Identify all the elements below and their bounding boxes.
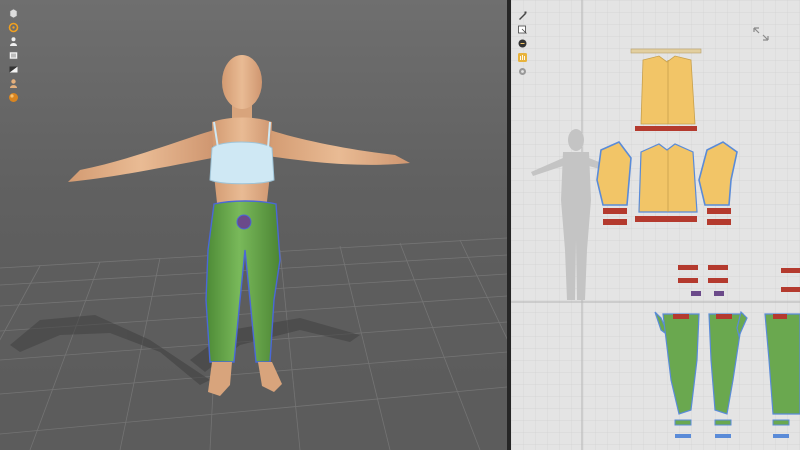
- pattern-settings-icon[interactable]: [517, 66, 528, 77]
- edit-sewing-icon[interactable]: [517, 38, 528, 49]
- shading-ball-icon[interactable]: [8, 92, 19, 103]
- bra-top-garment[interactable]: [209, 141, 275, 185]
- transform-pattern-icon[interactable]: [517, 24, 528, 35]
- 2d-pattern-viewport[interactable]: [511, 0, 800, 450]
- fabric-render-icon[interactable]: [8, 64, 19, 75]
- avatar-select-icon[interactable]: [8, 8, 19, 19]
- avatar-display-icon[interactable]: [8, 36, 19, 47]
- 3d-toolbar: [8, 8, 19, 103]
- edit-pattern-icon[interactable]: [517, 10, 528, 21]
- garment-pose-icon[interactable]: [8, 22, 19, 33]
- 3d-viewport[interactable]: [0, 0, 507, 450]
- 2d-pattern-canvas: [511, 0, 800, 450]
- 2d-toolbar: [517, 10, 528, 77]
- 3d-scene: [0, 55, 507, 450]
- avatar-head: [222, 55, 262, 109]
- texture-display-icon[interactable]: [8, 50, 19, 61]
- skin-color-icon[interactable]: [8, 78, 19, 89]
- expand-arrows-icon[interactable]: [753, 26, 769, 41]
- hand-pan-icon[interactable]: [517, 52, 528, 63]
